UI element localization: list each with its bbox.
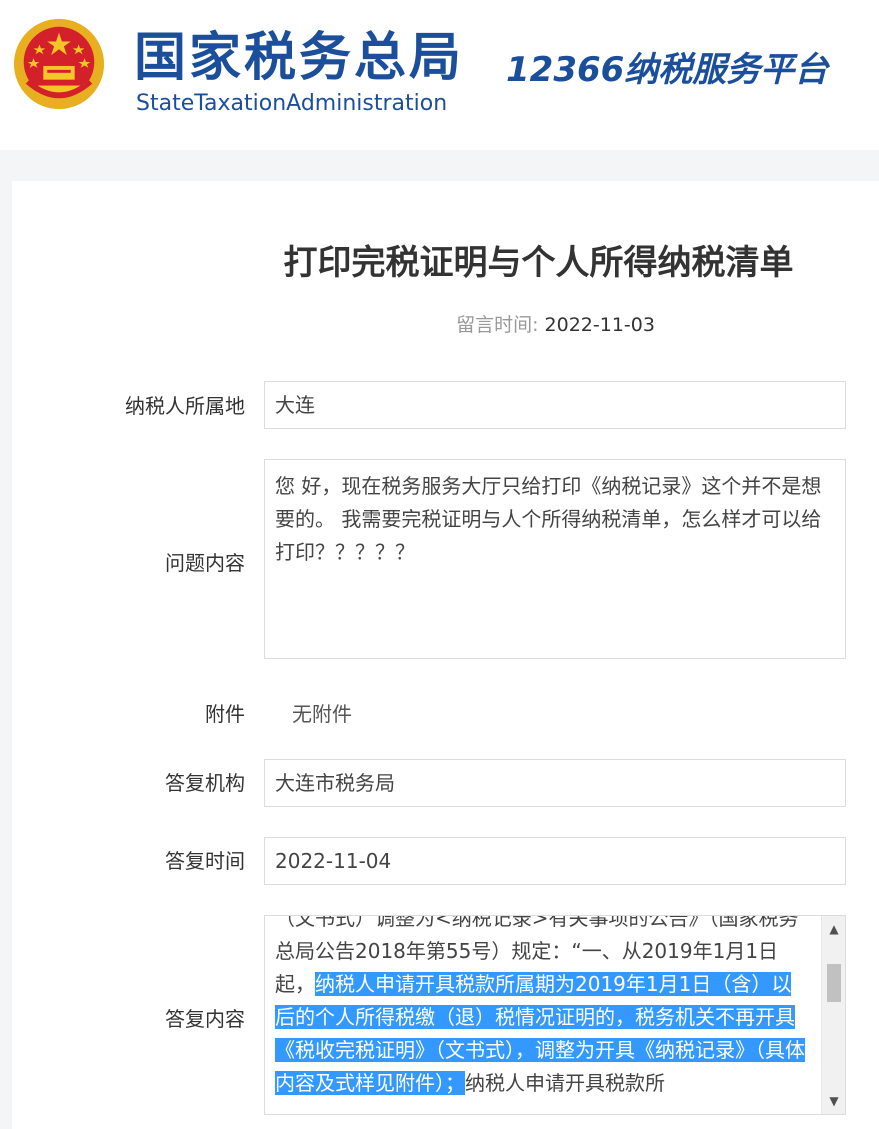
page-title: 打印完税证明与个人所得纳税清单 xyxy=(283,243,794,283)
reply-text-after: 纳税人申请开具税款所 xyxy=(465,1071,665,1095)
reply-time-field: 2022-11-04 xyxy=(264,837,846,885)
attachment-value: 无附件 xyxy=(292,702,352,726)
region-label: 纳税人所属地 xyxy=(125,394,245,418)
reply-text[interactable]: （文书式）调整为<纳税记录>有关事项的公告》（国家税务总局公告2018年第55号… xyxy=(275,916,811,1100)
reply-scrollbar[interactable]: ▲ ▼ xyxy=(821,916,845,1114)
agency-label: 答复机构 xyxy=(165,771,245,795)
scroll-thumb[interactable] xyxy=(827,964,841,1002)
region-field: 大连 xyxy=(264,381,846,429)
message-detail-card: 打印完税证明与个人所得纳税清单 留言时间: 2022-11-03 纳税人所属地 … xyxy=(12,181,879,1129)
org-name-en: StateTaxationAdministration xyxy=(136,91,448,116)
platform-name: 12366纳税服务平台 xyxy=(506,50,829,90)
national-emblem-icon xyxy=(13,18,105,110)
reply-content-field[interactable]: （文书式）调整为<纳税记录>有关事项的公告》（国家税务总局公告2018年第55号… xyxy=(264,915,846,1115)
org-name-cn: 国家税务总局 xyxy=(134,28,465,88)
site-header: 国家税务总局 StateTaxationAdministration 12366… xyxy=(0,0,879,150)
reply-time-label: 答复时间 xyxy=(165,849,245,873)
message-time: 留言时间: 2022-11-03 xyxy=(12,311,879,339)
scroll-up-arrow-icon[interactable]: ▲ xyxy=(822,918,845,940)
question-label: 问题内容 xyxy=(165,551,245,575)
message-time-value: 2022-11-03 xyxy=(544,314,655,336)
message-time-label: 留言时间: xyxy=(456,314,539,336)
attachment-label: 附件 xyxy=(205,702,245,726)
reply-label: 答复内容 xyxy=(165,1007,245,1031)
question-field[interactable]: 您 好，现在税务服务大厅只给打印《纳税记录》这个并不是想要的。 我需要完税证明与… xyxy=(264,459,846,659)
scroll-down-arrow-icon[interactable]: ▼ xyxy=(822,1090,845,1112)
agency-field: 大连市税务局 xyxy=(264,759,846,807)
